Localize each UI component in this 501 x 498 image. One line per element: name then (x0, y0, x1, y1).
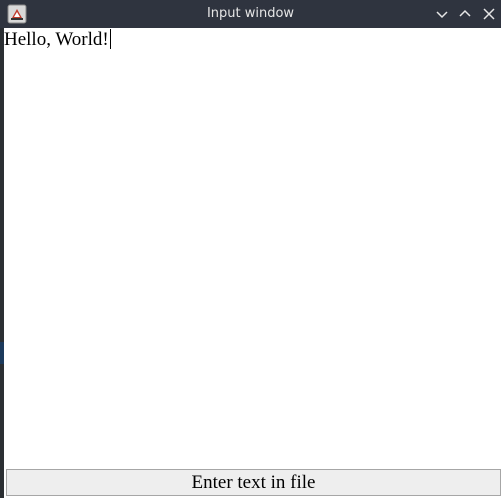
chevron-up-icon[interactable] (455, 4, 475, 24)
editor-text: Hello, World! (4, 29, 109, 50)
enter-text-in-file-button[interactable]: Enter text in file (6, 469, 501, 496)
title-bar[interactable]: Input window (0, 0, 501, 28)
application-window: Input window Hello, World! Enter text in… (0, 0, 501, 498)
close-icon[interactable] (479, 4, 499, 24)
text-caret (109, 29, 111, 49)
window-title: Input window (206, 6, 295, 21)
content-pane: Hello, World! Enter text in file (4, 28, 501, 498)
text-input-area[interactable]: Hello, World! (4, 28, 501, 467)
chevron-down-icon[interactable] (432, 4, 452, 24)
